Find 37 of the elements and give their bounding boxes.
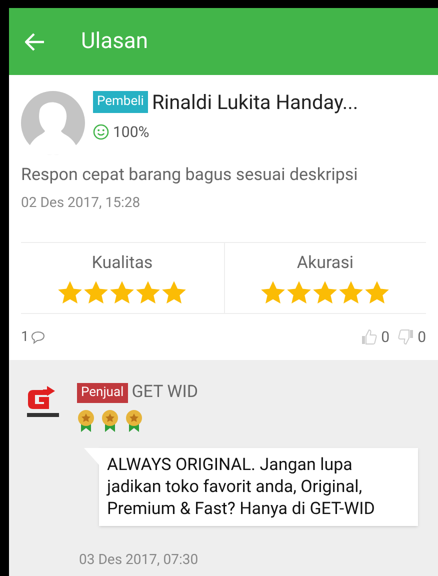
star-icon: [338, 280, 364, 305]
back-arrow-icon: [25, 32, 45, 50]
like-button[interactable]: 0: [361, 326, 390, 348]
star-icon: [109, 280, 136, 305]
smiley-icon: [93, 124, 109, 140]
reply-message: ALWAYS ORIGINAL. Jangan lupa jadikan toko favorit anda, Original, Premium & Fast? Hanya di GET-WID: [99, 448, 418, 526]
star-icon: [135, 280, 162, 305]
review-text: Respon cepat barang bagus sesuai deskripsi: [21, 164, 359, 187]
star-icon: [260, 280, 286, 305]
thumbs-up-icon: [361, 329, 378, 345]
rating-label: Kualitas: [92, 252, 153, 274]
satisfaction-score: 100%: [113, 122, 150, 143]
back-button[interactable]: [25, 32, 45, 50]
bubble-tail: [84, 448, 100, 466]
reviewer-name: Rinaldi Lukita Handay...: [152, 89, 358, 116]
medal-icon: [77, 410, 95, 432]
dislike-button[interactable]: 0: [398, 326, 426, 348]
rating-label: Akurasi: [296, 252, 354, 274]
star-icon: [312, 280, 338, 305]
star-icon: [83, 280, 110, 305]
thumbs-down-icon: [398, 329, 414, 345]
star-icon: [364, 280, 390, 305]
speech-bubble-icon: [30, 330, 45, 344]
shop-logo-icon: [25, 384, 61, 420]
seller-name: GET WID: [132, 381, 198, 404]
star-icon: [161, 280, 188, 305]
screen-title: Ulasan: [81, 28, 148, 56]
comment-count: 1: [21, 328, 29, 346]
medal-icon: [101, 410, 119, 432]
star-icon: [57, 280, 84, 305]
seller-badge: Penjual: [77, 382, 128, 403]
buyer-badge: Pembeli: [93, 91, 148, 113]
review-date: 02 Des 2017, 15:28: [21, 194, 142, 212]
reply-date: 03 Des 2017, 07:30: [79, 550, 200, 570]
avatar-icon: [21, 91, 85, 155]
medal-icon: [125, 410, 143, 432]
star-icon: [286, 280, 312, 305]
